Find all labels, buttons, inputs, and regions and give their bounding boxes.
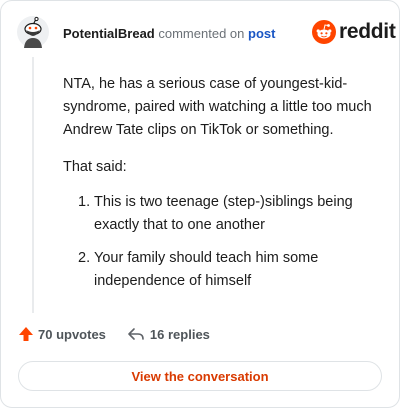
- thread-line: [32, 57, 34, 313]
- view-conversation-button[interactable]: View the conversation: [18, 361, 382, 391]
- comment-stats: 70 upvotes 16 replies: [18, 326, 210, 342]
- reddit-snoo-icon: [312, 20, 336, 44]
- list-item-text: Your family should teach him some indepe…: [94, 250, 319, 289]
- replies-count: 16 replies: [149, 326, 210, 342]
- reply-arrow-icon: [128, 328, 144, 340]
- list-item-text: This is two teenage (step-)siblings bein…: [94, 194, 353, 233]
- embedded-comment-card: PotentialBread commented on post reddit …: [0, 0, 400, 408]
- post-link[interactable]: post: [248, 26, 275, 41]
- upvote-arrow-icon: [19, 327, 33, 341]
- username-link[interactable]: PotentialBread: [63, 26, 155, 41]
- comment-header: PotentialBread commented on post: [63, 26, 275, 42]
- list-number: 2.: [78, 250, 91, 266]
- comment-body: NTA, he has a serious case of youngest-k…: [63, 73, 383, 293]
- user-avatar[interactable]: [17, 16, 49, 48]
- list-item: 1. This is two teenage (step-)siblings b…: [63, 191, 383, 237]
- reddit-wordmark: reddit: [339, 20, 396, 43]
- comment-paragraph: That said:: [63, 159, 127, 175]
- replies-stat[interactable]: 16 replies: [127, 326, 210, 342]
- commented-on-text: commented on: [158, 26, 245, 41]
- upvotes-count: 70 upvotes: [38, 326, 106, 342]
- upvotes-stat[interactable]: 70 upvotes: [18, 326, 106, 342]
- reddit-logo[interactable]: reddit: [312, 20, 396, 44]
- list-number: 1.: [78, 194, 91, 210]
- list-item: 2. Your family should teach him some ind…: [63, 247, 383, 293]
- comment-paragraph: NTA, he has a serious case of youngest-k…: [63, 76, 372, 138]
